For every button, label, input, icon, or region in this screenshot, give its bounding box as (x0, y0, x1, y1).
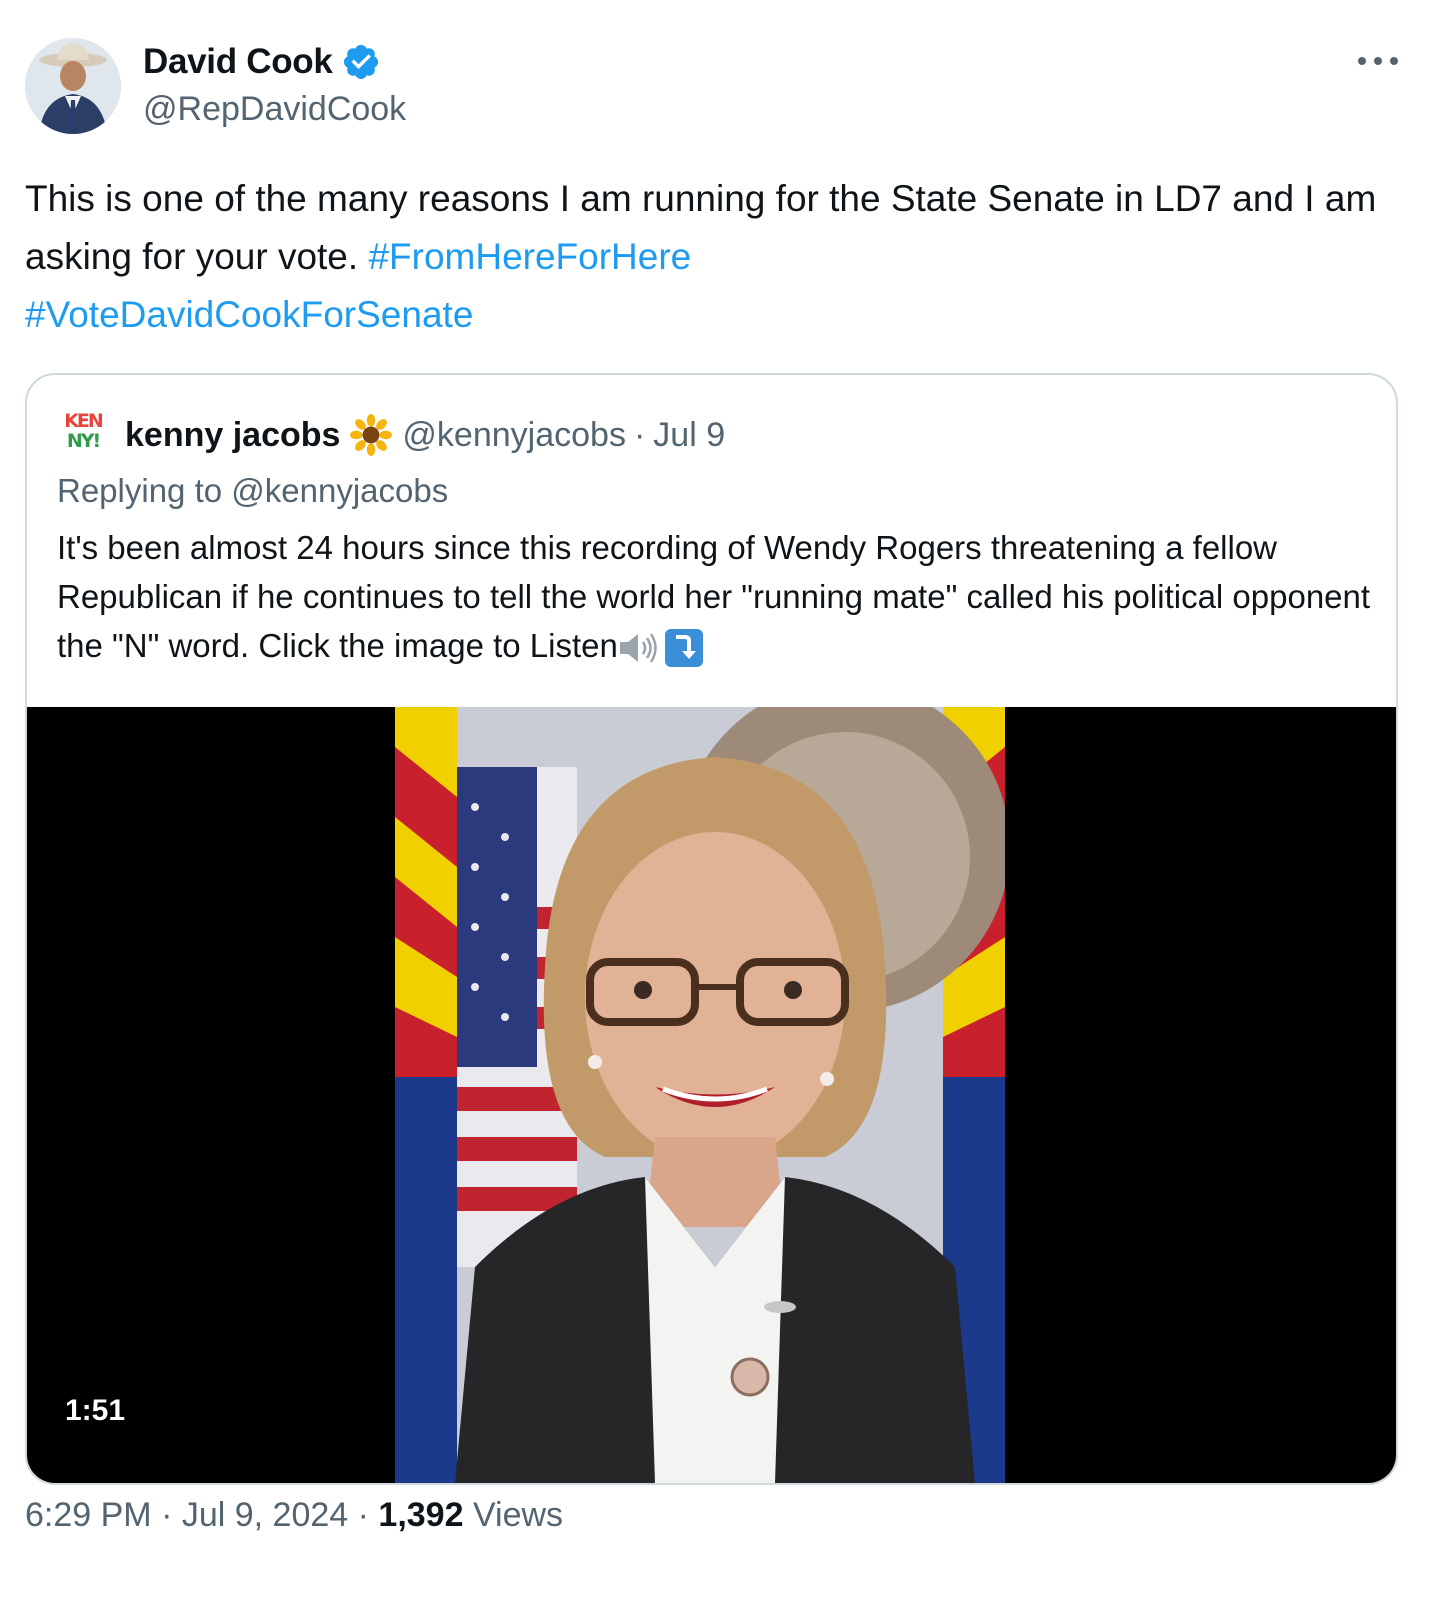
tweet-meta: 6:29 PM · Jul 9, 2024 · 1,392 Views (25, 1496, 563, 1535)
meta-separator: · (151, 1496, 182, 1534)
quoted-text: It's been almost 24 hours since this rec… (57, 523, 1377, 670)
replying-to: Replying to @kennyjacobs (57, 472, 449, 509)
video-player[interactable]: 1:51 (27, 707, 1396, 1483)
quoted-header: kenny jacobs @kennyjacobs · Jul 9 (125, 411, 725, 459)
views-count: 1,392 (378, 1496, 464, 1534)
meta-separator: · (348, 1496, 379, 1534)
arrow-down-icon (664, 629, 703, 668)
sunflower-icon (350, 414, 393, 456)
hashtag-link[interactable]: #FromHereForHere (368, 236, 691, 277)
quoted-handle[interactable]: @kennyjacobs (402, 416, 626, 455)
more-dot (1390, 57, 1398, 65)
verified-badge-icon (343, 44, 378, 80)
quoted-avatar[interactable]: KEN NY! (63, 410, 104, 457)
tweet-text: This is one of the many reasons I am run… (25, 170, 1410, 344)
quoted-display-name[interactable]: kenny jacobs (125, 416, 340, 455)
views-label: Views (463, 1496, 564, 1534)
tweet-date[interactable]: Jul 9, 2024 (182, 1496, 348, 1534)
more-options-icon[interactable] (1358, 46, 1398, 76)
quoted-text-body: It's been almost 24 hours since this rec… (57, 529, 1371, 664)
more-dot (1374, 57, 1382, 65)
author-handle[interactable]: @RepDavidCook (143, 90, 406, 129)
tweet-text-body: This is one of the many reasons I am run… (25, 178, 1377, 277)
author-avatar[interactable] (25, 38, 121, 134)
quoted-separator: · (633, 415, 646, 454)
tweet-time[interactable]: 6:29 PM (25, 1496, 152, 1534)
author-name-row: David Cook (143, 40, 381, 84)
tweet-card: David Cook @RepDavidCook This is one of … (0, 0, 1429, 1600)
avatar-photo (25, 38, 121, 134)
quoted-avatar-text-2: NY! (66, 430, 101, 452)
hashtag-link[interactable]: #VoteDavidCookForSenate (25, 294, 473, 335)
more-dot (1358, 57, 1366, 65)
thumbnail-image (395, 707, 1005, 1483)
quoted-date[interactable]: Jul 9 (653, 416, 725, 455)
author-display-name[interactable]: David Cook (143, 42, 333, 82)
video-thumbnail (395, 707, 1005, 1483)
quoted-avatar-text-1: KEN (64, 410, 104, 432)
speaker-icon (619, 633, 657, 663)
quoted-tweet[interactable]: KEN NY! kenny jacobs @kennyjacobs · Jul … (25, 373, 1398, 1485)
video-duration-badge: 1:51 (55, 1387, 136, 1435)
